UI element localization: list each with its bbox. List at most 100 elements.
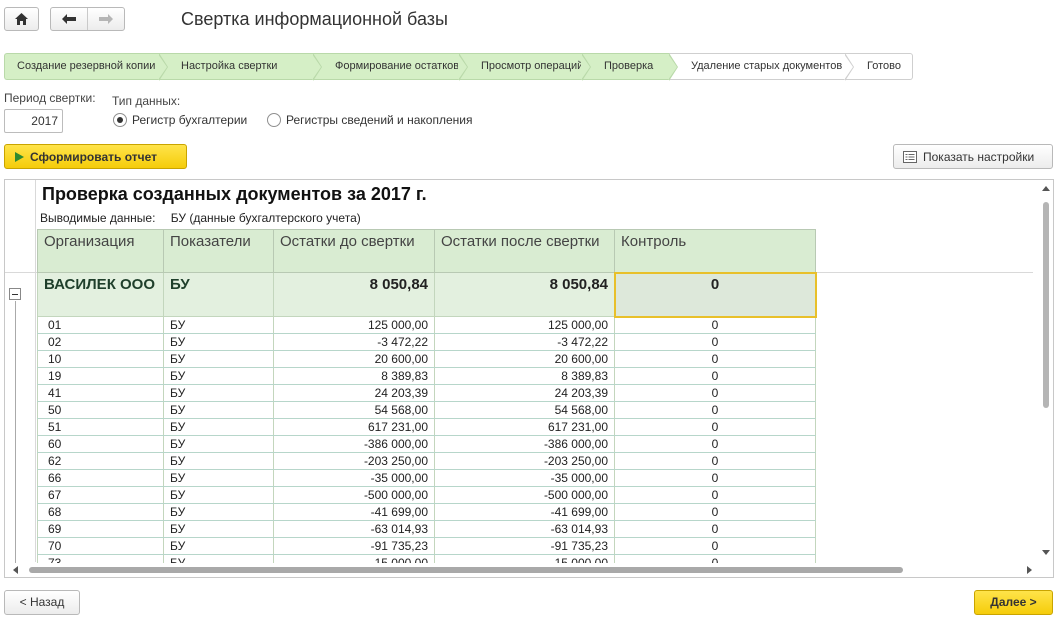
account-cell: 60 [37, 435, 164, 453]
balance-after-cell: 8 389,83 [434, 367, 615, 385]
group-control-cell[interactable]: 0 [613, 271, 817, 318]
table-row[interactable]: 51 БУ 617 231,00 617 231,00 0 [37, 418, 816, 436]
back-nav-button[interactable] [51, 8, 87, 30]
account-cell: 68 [37, 503, 164, 521]
horizontal-scroll-thumb[interactable] [29, 567, 903, 573]
home-button[interactable] [4, 7, 39, 31]
balance-before-cell: -63 014,93 [273, 520, 435, 538]
table-row[interactable]: 01 БУ 125 000,00 125 000,00 0 [37, 316, 816, 334]
balance-after-cell: 617 231,00 [434, 418, 615, 436]
balance-before-cell: -91 735,23 [273, 537, 435, 555]
indicator-cell: БУ [163, 486, 274, 504]
table-row[interactable]: 68 БУ -41 699,00 -41 699,00 0 [37, 503, 816, 521]
control-cell: 0 [614, 350, 816, 368]
indicator-cell: БУ [163, 333, 274, 351]
step-settings[interactable]: Настройка свертки [159, 53, 322, 81]
step-backup[interactable]: Создание резервной копии [4, 53, 168, 81]
balance-after-cell: -3 472,22 [434, 333, 615, 351]
account-cell: 69 [37, 520, 164, 538]
show-settings-button[interactable]: Показать настройки [893, 144, 1053, 169]
table-row[interactable]: 02 БУ -3 472,22 -3 472,22 0 [37, 333, 816, 351]
output-value: БУ (данные бухгалтерского учета) [170, 211, 361, 225]
balance-after-cell: 20 600,00 [434, 350, 615, 368]
indicator-cell: БУ [163, 537, 274, 555]
col-header-organization: Организация [37, 229, 164, 273]
period-label: Период свертки: [4, 91, 96, 105]
balance-after-cell: -41 699,00 [434, 503, 615, 521]
vertical-scroll-thumb[interactable] [1043, 202, 1049, 408]
account-cell: 19 [37, 367, 164, 385]
wizard-steps: Создание резервной копии Настройка сверт… [4, 53, 913, 81]
home-icon [15, 13, 28, 25]
step-check[interactable]: Проверка [582, 53, 678, 81]
group-row[interactable]: ВАСИЛЕК ООО БУ 8 050,84 8 050,84 0 [37, 271, 817, 318]
control-cell: 0 [614, 367, 816, 385]
step-balances[interactable]: Формирование остатков [313, 53, 468, 81]
control-cell: 0 [614, 503, 816, 521]
group-balance-before: 8 050,84 [273, 272, 435, 317]
horizontal-scrollbar[interactable] [5, 563, 1041, 577]
control-cell: 0 [614, 520, 816, 538]
play-icon [15, 151, 24, 162]
back-button[interactable]: < Назад [4, 590, 80, 615]
indicator-cell: БУ [163, 435, 274, 453]
step-operations[interactable]: Просмотр операций [459, 53, 591, 81]
balance-after-cell: -500 000,00 [434, 486, 615, 504]
settings-list-icon [903, 150, 917, 163]
control-cell: 0 [614, 486, 816, 504]
radio-checked-icon [113, 113, 127, 127]
table-row[interactable]: 50 БУ 54 568,00 54 568,00 0 [37, 401, 816, 419]
table-row[interactable]: 66 БУ -35 000,00 -35 000,00 0 [37, 469, 816, 487]
control-cell: 0 [614, 435, 816, 453]
radio-accounting-register[interactable]: Регистр бухгалтерии [113, 113, 247, 127]
group-indicator: БУ [163, 272, 274, 317]
collapse-group-toggle[interactable] [9, 288, 21, 300]
indicator-cell: БУ [163, 401, 274, 419]
control-cell: 0 [614, 418, 816, 436]
col-header-balance-before: Остатки до свертки [273, 229, 435, 273]
balance-after-cell: -63 014,93 [434, 520, 615, 538]
indicator-cell: БУ [163, 316, 274, 334]
table-row[interactable]: 19 БУ 8 389,83 8 389,83 0 [37, 367, 816, 385]
step-done[interactable]: Готово [845, 53, 913, 80]
table-row[interactable]: 60 БУ -386 000,00 -386 000,00 0 [37, 435, 816, 453]
balance-before-cell: 617 231,00 [273, 418, 435, 436]
period-input[interactable]: 2017 [4, 109, 63, 133]
step-label: Готово [867, 60, 901, 72]
control-cell: 0 [614, 452, 816, 470]
next-button[interactable]: Далее > [974, 590, 1053, 615]
balance-before-cell: -35 000,00 [273, 469, 435, 487]
report-area[interactable]: Проверка созданных документов за 2017 г.… [4, 179, 1054, 578]
table-row[interactable]: 69 БУ -63 014,93 -63 014,93 0 [37, 520, 816, 538]
vertical-scrollbar[interactable] [1039, 180, 1053, 562]
account-cell: 70 [37, 537, 164, 555]
account-cell: 01 [37, 316, 164, 334]
radio-info-registers[interactable]: Регистры сведений и накопления [267, 113, 472, 127]
col-header-indicators: Показатели [163, 229, 274, 273]
account-cell: 67 [37, 486, 164, 504]
table-row[interactable]: 62 БУ -203 250,00 -203 250,00 0 [37, 452, 816, 470]
balance-before-cell: 20 600,00 [273, 350, 435, 368]
generate-report-label: Сформировать отчет [30, 149, 158, 164]
report-gutter [5, 180, 1033, 563]
balance-after-cell: -386 000,00 [434, 435, 615, 453]
control-cell: 0 [614, 316, 816, 334]
arrow-left-icon [62, 14, 76, 24]
balance-after-cell: -203 250,00 [434, 452, 615, 470]
show-settings-label: Показать настройки [923, 149, 1035, 164]
balance-before-cell: 54 568,00 [273, 401, 435, 419]
account-cell: 10 [37, 350, 164, 368]
balance-before-cell: -41 699,00 [273, 503, 435, 521]
generate-report-button[interactable]: Сформировать отчет [4, 144, 187, 169]
forward-nav-button[interactable] [87, 8, 124, 30]
account-cell: 51 [37, 418, 164, 436]
step-delete-old-docs[interactable]: Удаление старых документов [669, 53, 854, 81]
table-row[interactable]: 70 БУ -91 735,23 -91 735,23 0 [37, 537, 816, 555]
radio-unchecked-icon [267, 113, 281, 127]
table-row[interactable]: 10 БУ 20 600,00 20 600,00 0 [37, 350, 816, 368]
table-row[interactable]: 67 БУ -500 000,00 -500 000,00 0 [37, 486, 816, 504]
table-row[interactable]: 41 БУ 24 203,39 24 203,39 0 [37, 384, 816, 402]
arrow-right-icon [99, 14, 113, 24]
balance-before-cell: -203 250,00 [273, 452, 435, 470]
group-balance-after: 8 050,84 [434, 272, 615, 317]
